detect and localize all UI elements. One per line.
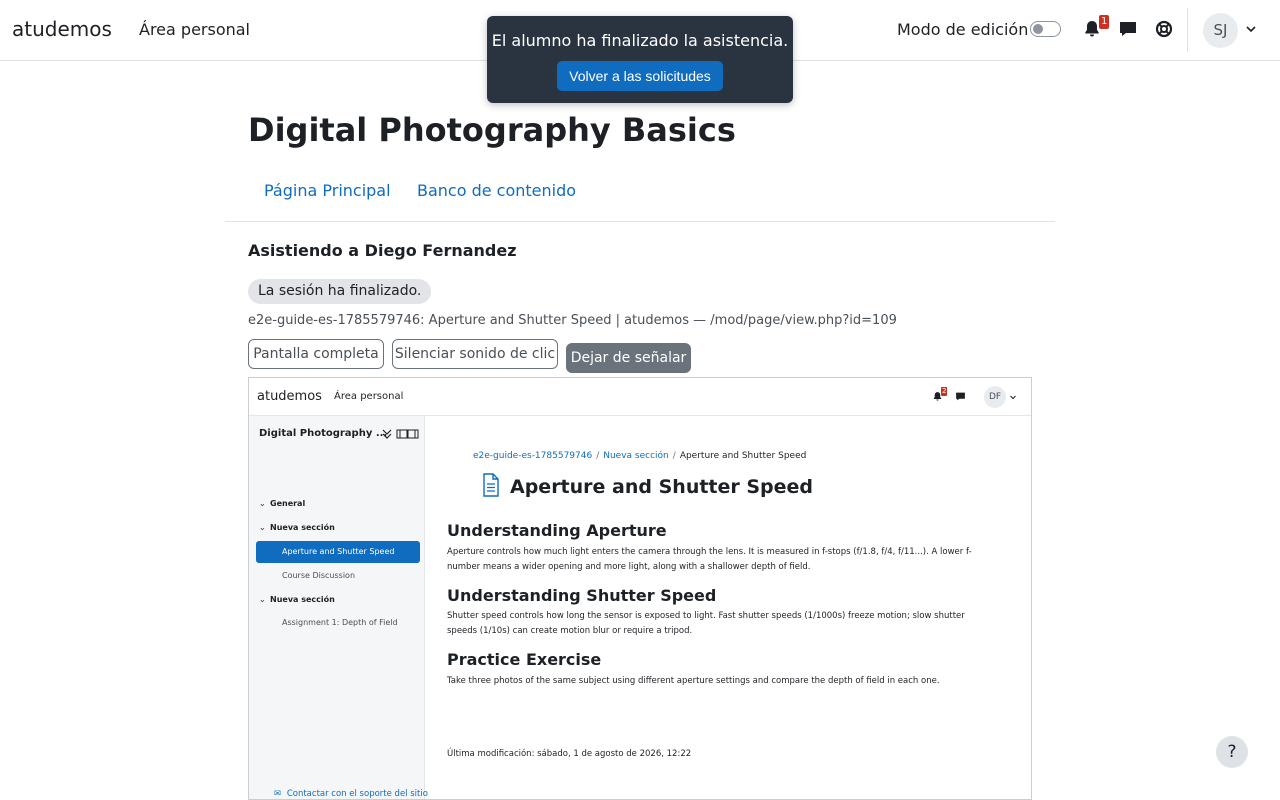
back-to-requests-button[interactable]: Volver a las solicitudes	[557, 61, 723, 91]
chevron-down-icon[interactable]	[1244, 22, 1258, 36]
breadcrumb-section: Nueva sección	[603, 451, 669, 461]
embedded-personal-area: Área personal	[334, 391, 404, 402]
embedded-support-link: ✉ Contactar con el soporte del sitio	[274, 789, 428, 799]
embedded-section-general: ⌄ General	[259, 499, 305, 508]
last-modified-text: Última modificación: sábado, 1 de agosto…	[447, 749, 692, 759]
paragraph-aperture: Aperture controls how much light enters …	[447, 547, 972, 572]
tab-content-bank[interactable]: Banco de contenido	[417, 181, 576, 200]
fullscreen-button[interactable]: Pantalla completa	[248, 339, 384, 369]
breadcrumb-course: e2e-guide-es-1785579746	[473, 451, 593, 461]
paragraph-shutter: Shutter speed controls how long the sens…	[447, 611, 965, 636]
page-title: Digital Photography Basics	[248, 111, 736, 149]
student-screen-frame: atudemos Área personal 2 DF Digital Phot…	[248, 377, 1032, 800]
stop-signal-button[interactable]: Dejar de señalar	[566, 343, 691, 373]
help-floating-button[interactable]: ?	[1216, 736, 1248, 768]
embedded-section-new-1: ⌄ Nueva sección	[259, 523, 335, 532]
site-brand-link[interactable]: atudemos	[12, 17, 112, 41]
breadcrumb-current: Aperture and Shutter Speed	[679, 451, 807, 461]
heading-shutter: Understanding Shutter Speed	[447, 586, 717, 605]
heading-practice: Practice Exercise	[447, 650, 602, 669]
envelope-icon: ✉	[274, 789, 282, 799]
support-link-label: Contactar con el soporte del sitio	[286, 789, 428, 799]
chat-icon	[956, 392, 965, 401]
toast-notification: El alumno ha finalizado la asistencia. V…	[487, 16, 793, 103]
chevron-down-icon: ⌄	[259, 499, 266, 508]
tab-main-page[interactable]: Página Principal	[264, 181, 391, 200]
mute-click-button[interactable]: Silenciar sonido de clic	[392, 339, 558, 369]
navbar-divider	[1187, 8, 1188, 52]
embedded-navbar: atudemos Área personal 2 DF	[249, 378, 1031, 416]
chat-icon[interactable]	[1118, 19, 1138, 39]
lifebuoy-icon[interactable]	[1154, 19, 1174, 39]
nav-personal-area-link[interactable]: Área personal	[139, 20, 250, 39]
notification-count-badge: 1	[1099, 15, 1110, 29]
session-status-badge: La sesión ha finalizado.	[248, 279, 432, 304]
embedded-notification-badge: 2	[941, 387, 948, 396]
document-icon	[483, 473, 499, 497]
section-label: General	[270, 499, 306, 508]
paragraph-practice: Take three photos of the same subject us…	[447, 676, 940, 686]
collapse-expand-icons	[382, 429, 419, 439]
embedded-page-title: Aperture and Shutter Speed	[510, 476, 814, 498]
heading-aperture: Understanding Aperture	[447, 521, 667, 540]
course-secondary-nav: Página Principal Banco de contenido	[225, 166, 1055, 222]
section-label: Nueva sección	[270, 595, 335, 604]
chevron-down-icon: ⌄	[259, 523, 266, 532]
embedded-course-title: Digital Photography ...	[259, 428, 388, 439]
embedded-avatar: DF	[984, 386, 1006, 408]
edit-mode-toggle[interactable]	[1030, 21, 1061, 37]
embedded-item-discussion: Course Discussion	[282, 571, 356, 580]
attending-heading: Asistiendo a Diego Fernandez	[248, 241, 517, 260]
embedded-main-content: e2e-guide-es-1785579746/Nueva sección / Ap…	[426, 416, 1031, 799]
user-avatar[interactable]: SJ	[1203, 13, 1238, 48]
embedded-breadcrumb: e2e-guide-es-1785579746/Nueva sección / Ap…	[473, 451, 807, 461]
embedded-course-index: Digital Photography ... ⌄ General ⌄ Nueva …	[249, 416, 425, 799]
embedded-item-assignment: Assignment 1: Depth of Field	[282, 618, 398, 627]
edit-mode-label: Modo de edición	[897, 20, 1029, 39]
page-info-text: e2e-guide-es-1785579746: Aperture and Sh…	[248, 313, 897, 328]
embedded-brand: atudemos	[257, 389, 322, 404]
toast-message: El alumno ha finalizado la asistencia.	[491, 31, 789, 50]
toggle-knob	[1033, 24, 1043, 34]
embedded-item-aperture: Aperture and Shutter Speed	[256, 541, 420, 563]
section-label: Nueva sección	[270, 523, 335, 532]
embedded-section-new-2: ⌄ Nueva sección	[259, 595, 335, 604]
chevron-down-icon: ⌄	[259, 595, 266, 604]
chevron-down-icon	[1010, 395, 1016, 400]
